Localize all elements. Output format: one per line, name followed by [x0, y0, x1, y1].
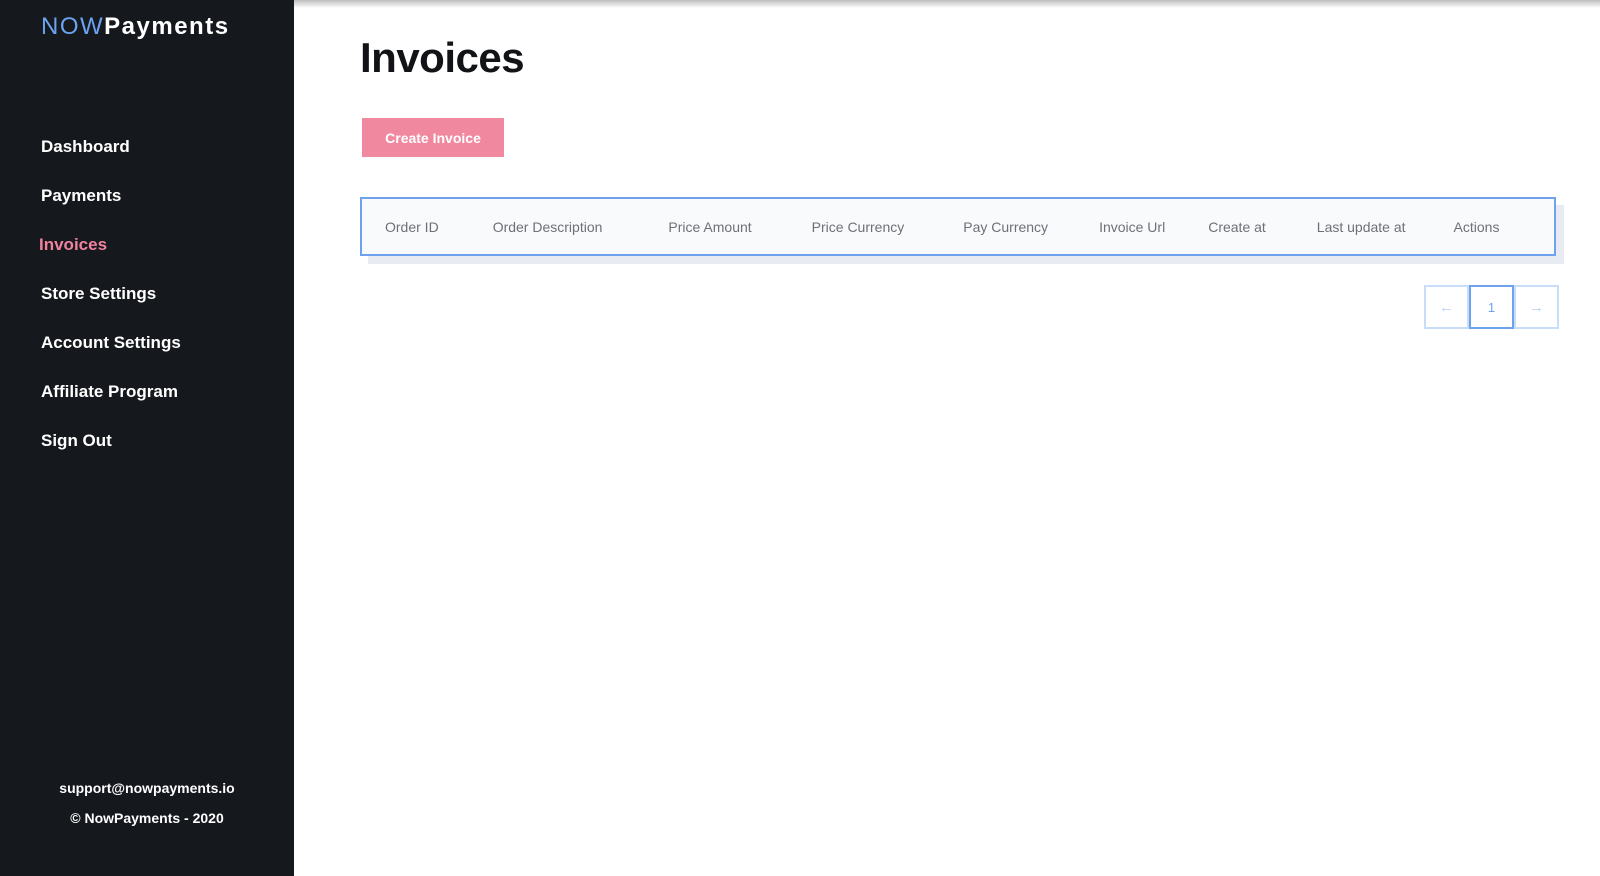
pagination-page-1[interactable]: 1: [1469, 285, 1514, 329]
sidebar-item-invoices[interactable]: Invoices: [0, 229, 294, 278]
column-header-last-update-at[interactable]: Last update at: [1317, 219, 1406, 235]
column-header-actions[interactable]: Actions: [1454, 219, 1500, 235]
sidebar-item-account-settings[interactable]: Account Settings: [0, 327, 294, 376]
pagination-next-button[interactable]: →: [1514, 285, 1559, 329]
brand-logo-payments: Payments: [104, 13, 230, 40]
sidebar-item-dashboard[interactable]: Dashboard: [0, 131, 294, 180]
pagination: ← 1 →: [1424, 285, 1559, 329]
arrow-right-icon: →: [1529, 298, 1544, 316]
column-header-create-at[interactable]: Create at: [1208, 219, 1266, 235]
invoices-table: Order ID Order Description Price Amount …: [360, 197, 1556, 256]
support-email-link[interactable]: support@nowpayments.io: [0, 780, 294, 810]
column-header-order-description[interactable]: Order Description: [493, 219, 603, 235]
sidebar: NOWPayments Dashboard Payments Invoices …: [0, 0, 294, 876]
column-header-order-id[interactable]: Order ID: [385, 219, 439, 235]
column-header-pay-currency[interactable]: Pay Currency: [963, 219, 1048, 235]
table-header-row: Order ID Order Description Price Amount …: [362, 199, 1554, 254]
column-header-price-amount[interactable]: Price Amount: [668, 219, 751, 235]
create-invoice-button[interactable]: Create Invoice: [362, 118, 504, 157]
column-header-price-currency[interactable]: Price Currency: [812, 219, 905, 235]
sidebar-nav: Dashboard Payments Invoices Store Settin…: [0, 131, 294, 474]
brand-logo-now: NOW: [41, 13, 105, 40]
pagination-prev-button[interactable]: ←: [1424, 285, 1469, 329]
main-content: Invoices Create Invoice Order ID Order D…: [294, 0, 1600, 876]
column-header-invoice-url[interactable]: Invoice Url: [1099, 219, 1165, 235]
sidebar-footer: support@nowpayments.io © NowPayments - 2…: [0, 780, 294, 826]
app-root: NOWPayments Dashboard Payments Invoices …: [0, 0, 1600, 876]
sidebar-item-sign-out[interactable]: Sign Out: [0, 425, 294, 474]
arrow-left-icon: ←: [1439, 298, 1454, 316]
sidebar-item-payments[interactable]: Payments: [0, 180, 294, 229]
sidebar-item-affiliate-program[interactable]: Affiliate Program: [0, 376, 294, 425]
sidebar-item-store-settings[interactable]: Store Settings: [0, 278, 294, 327]
brand-logo[interactable]: NOWPayments: [41, 13, 230, 41]
page-title: Invoices: [360, 34, 525, 81]
copyright-text: © NowPayments - 2020: [70, 810, 224, 826]
